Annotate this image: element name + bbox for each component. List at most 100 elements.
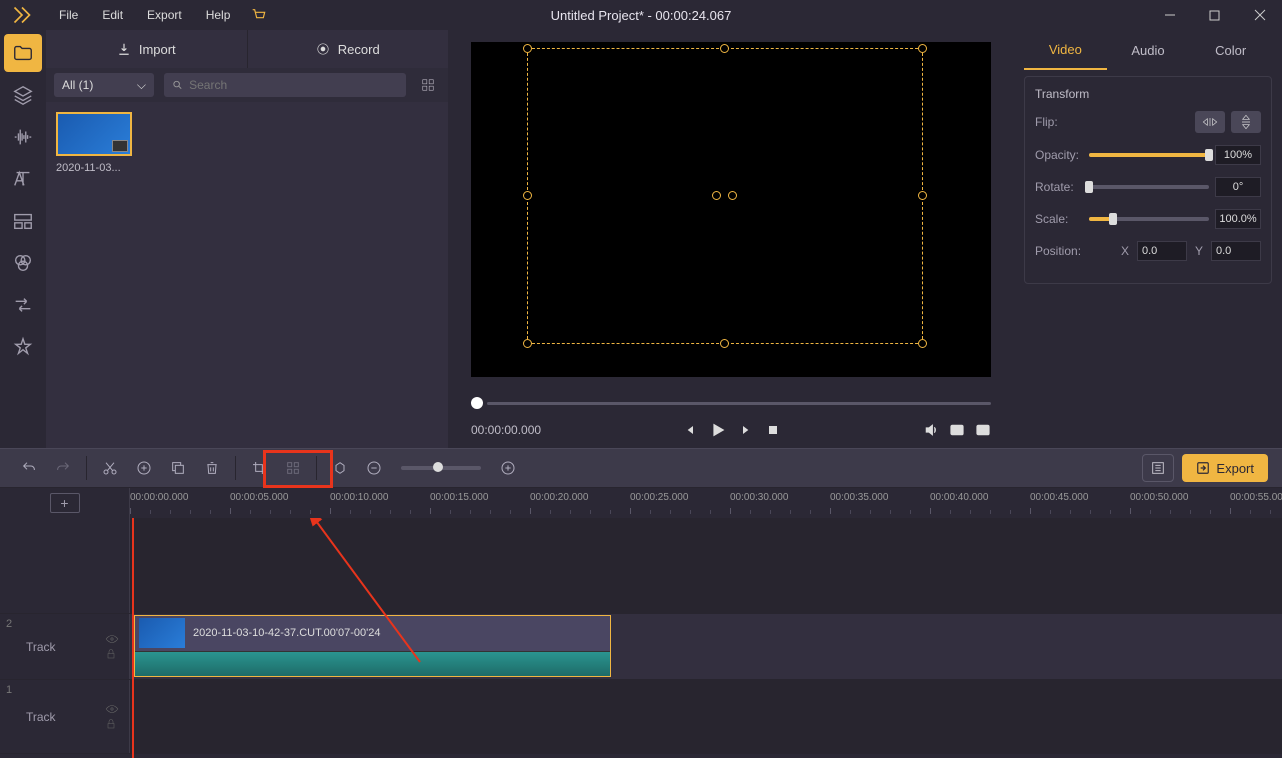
y-label: Y: [1195, 244, 1203, 258]
text-tool[interactable]: [4, 160, 42, 198]
crop-button[interactable]: [244, 453, 274, 483]
app-logo: [10, 3, 34, 27]
elements-tool[interactable]: [4, 328, 42, 366]
media-clip[interactable]: 2020-11-03...: [56, 112, 132, 174]
ruler-tick: 00:00:50.000: [1130, 492, 1188, 503]
timeline-ruler[interactable]: + 00:00:00.00000:00:05.00000:00:10.00000…: [0, 488, 1282, 518]
search-input[interactable]: [189, 78, 398, 92]
import-tab[interactable]: Import: [46, 30, 248, 68]
scale-slider[interactable]: [1089, 217, 1209, 221]
handle-tl[interactable]: [523, 44, 532, 53]
video-tab[interactable]: Video: [1024, 30, 1107, 70]
media-filter-dropdown[interactable]: All (1) ⌵: [54, 73, 154, 97]
timeline-clip[interactable]: 2020-11-03-10-42-37.CUT.00'07-00'24: [134, 615, 611, 677]
scale-label: Scale:: [1035, 212, 1089, 226]
timeline-settings-button[interactable]: [1142, 454, 1174, 482]
snapshot-button[interactable]: [949, 422, 965, 438]
undo-button[interactable]: [14, 453, 44, 483]
handle-center2[interactable]: [728, 191, 737, 200]
menu-help[interactable]: Help: [196, 4, 241, 26]
flip-horizontal-button[interactable]: [1195, 111, 1225, 133]
menu-edit[interactable]: Edit: [92, 4, 133, 26]
grid-view-button[interactable]: [416, 73, 440, 97]
minimize-button[interactable]: [1147, 0, 1192, 30]
menu-file[interactable]: File: [49, 4, 88, 26]
menu-export[interactable]: Export: [137, 4, 192, 26]
playhead-thumb[interactable]: [471, 397, 483, 409]
zoom-slider[interactable]: [401, 466, 481, 470]
marker-button[interactable]: [325, 453, 355, 483]
close-button[interactable]: [1237, 0, 1282, 30]
selection-box[interactable]: [527, 48, 923, 344]
track-label: Track: [26, 640, 56, 654]
audio-tool[interactable]: [4, 118, 42, 156]
handle-tr[interactable]: [918, 44, 927, 53]
redo-button[interactable]: [48, 453, 78, 483]
visibility-icon[interactable]: [105, 634, 119, 644]
cut-button[interactable]: [95, 453, 125, 483]
handle-ml[interactable]: [523, 191, 532, 200]
scale-value[interactable]: 100.0%: [1215, 209, 1261, 229]
opacity-slider[interactable]: [1089, 153, 1209, 157]
handle-br[interactable]: [918, 339, 927, 348]
track-row: 2 Track 2020-11-03-10-42-37.CUT.00'07-00…: [0, 614, 1282, 680]
visibility-icon[interactable]: [105, 704, 119, 714]
x-label: X: [1121, 244, 1129, 258]
overlay-tool[interactable]: [4, 202, 42, 240]
position-y-input[interactable]: 0.0: [1211, 241, 1261, 261]
playhead[interactable]: [132, 518, 134, 758]
transitions-tool[interactable]: [4, 286, 42, 324]
ruler-tick: 00:00:10.000: [330, 492, 388, 503]
export-button[interactable]: Export: [1182, 454, 1268, 482]
ruler-tick: 00:00:45.000: [1030, 492, 1088, 503]
handle-tm[interactable]: [720, 44, 729, 53]
rotate-label: Rotate:: [1035, 180, 1089, 194]
effects-tool[interactable]: [4, 244, 42, 282]
handle-center1[interactable]: [712, 191, 721, 200]
add-button[interactable]: [129, 453, 159, 483]
next-frame-button[interactable]: [739, 422, 755, 438]
lock-icon[interactable]: [105, 648, 117, 660]
ruler-tick: 00:00:15.000: [430, 492, 488, 503]
handle-bm[interactable]: [720, 339, 729, 348]
handle-mr[interactable]: [918, 191, 927, 200]
media-tool[interactable]: [4, 34, 42, 72]
rotate-value[interactable]: 0°: [1215, 177, 1261, 197]
stop-button[interactable]: [765, 422, 781, 438]
prev-frame-button[interactable]: [681, 422, 697, 438]
maximize-button[interactable]: [1192, 0, 1237, 30]
rotate-slider[interactable]: [1089, 185, 1209, 189]
clip-audio-wave: [135, 651, 610, 676]
color-tab[interactable]: Color: [1189, 30, 1272, 70]
add-track-button[interactable]: +: [50, 493, 80, 513]
ruler-tick: 00:00:25.000: [630, 492, 688, 503]
ruler-tick: 00:00:20.000: [530, 492, 588, 503]
clip-mini-thumb: [139, 618, 185, 648]
playback-slider[interactable]: [471, 395, 991, 412]
ruler-tick: 00:00:40.000: [930, 492, 988, 503]
track-row: 1 Track: [0, 680, 1282, 754]
search-box[interactable]: [164, 73, 406, 97]
clip-filename: 2020-11-03-10-42-37.CUT.00'07-00'24: [193, 627, 380, 639]
zoom-out-button[interactable]: [359, 453, 389, 483]
preview-canvas[interactable]: [471, 42, 991, 377]
audio-tab[interactable]: Audio: [1107, 30, 1190, 70]
zoom-in-button[interactable]: [493, 453, 523, 483]
delete-button[interactable]: [197, 453, 227, 483]
layers-tool[interactable]: [4, 76, 42, 114]
properties-panel: Video Audio Color Transform Flip: Opacit…: [1014, 30, 1282, 448]
lock-icon[interactable]: [105, 718, 117, 730]
volume-button[interactable]: [923, 422, 939, 438]
copy-button[interactable]: [163, 453, 193, 483]
mosaic-button[interactable]: [278, 453, 308, 483]
ruler-tick: 00:00:35.000: [830, 492, 888, 503]
ruler-tick: 00:00:05.000: [230, 492, 288, 503]
position-x-input[interactable]: 0.0: [1137, 241, 1187, 261]
play-button[interactable]: [707, 419, 729, 441]
handle-bl[interactable]: [523, 339, 532, 348]
fullscreen-button[interactable]: [975, 422, 991, 438]
opacity-value[interactable]: 100%: [1215, 145, 1261, 165]
record-tab[interactable]: Record: [248, 30, 449, 68]
cart-icon[interactable]: [240, 7, 276, 23]
flip-vertical-button[interactable]: [1231, 111, 1261, 133]
